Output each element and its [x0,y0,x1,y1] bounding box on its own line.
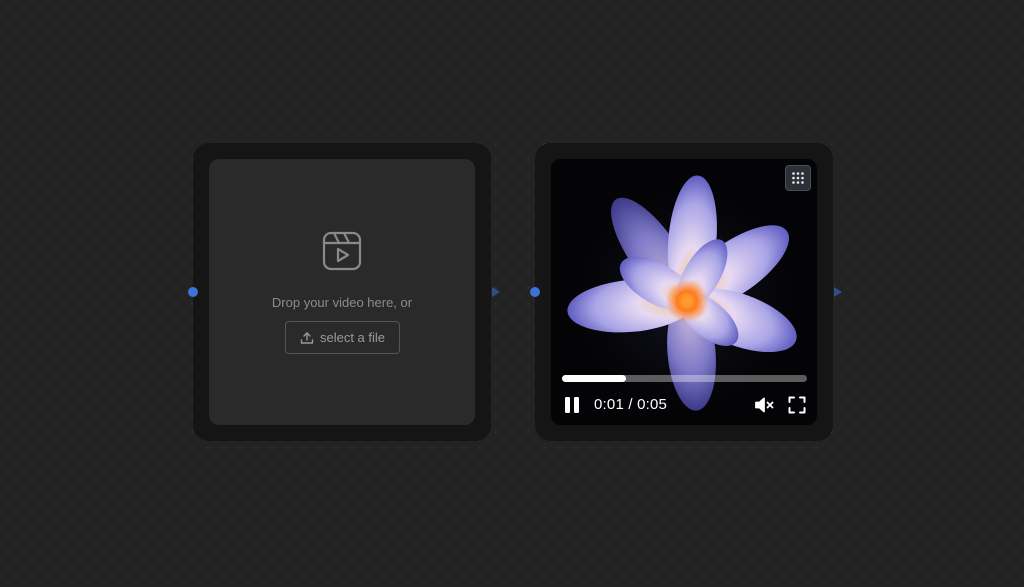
time-separator: / [624,396,638,413]
input-port[interactable] [188,287,198,297]
current-time: 0:01 [594,396,624,413]
video-frame-image [551,159,817,425]
progress-fill [562,375,626,382]
select-file-label: select a file [319,330,386,345]
video-reel-icon [322,231,362,271]
mute-icon[interactable] [754,396,774,414]
upload-icon [300,331,314,344]
time-display: 0:01 / 0:05 [594,396,667,413]
pause-icon[interactable] [564,396,580,414]
video-preview-node[interactable]: 0:01 / 0:05 [530,143,842,441]
video-upload-node[interactable]: Drop your video here, or select a file [188,143,500,441]
player-controls: 0:01 / 0:05 [562,395,807,415]
duration: 0:05 [637,396,668,413]
output-port[interactable] [492,287,500,297]
input-port[interactable] [530,287,540,297]
progress-bar[interactable] [562,375,807,382]
select-file-button[interactable]: select a file [285,321,400,354]
drop-zone[interactable]: Drop your video here, or select a file [209,159,475,425]
fullscreen-icon[interactable] [788,396,806,414]
drop-instructions: Drop your video here, or [271,295,413,310]
output-port[interactable] [834,287,842,297]
video-player[interactable]: 0:01 / 0:05 [551,159,817,425]
workflow-canvas[interactable]: Drop your video here, or select a file 0… [0,0,1024,587]
grid-dots-icon [792,172,804,184]
layout-grid-button[interactable] [785,165,811,191]
